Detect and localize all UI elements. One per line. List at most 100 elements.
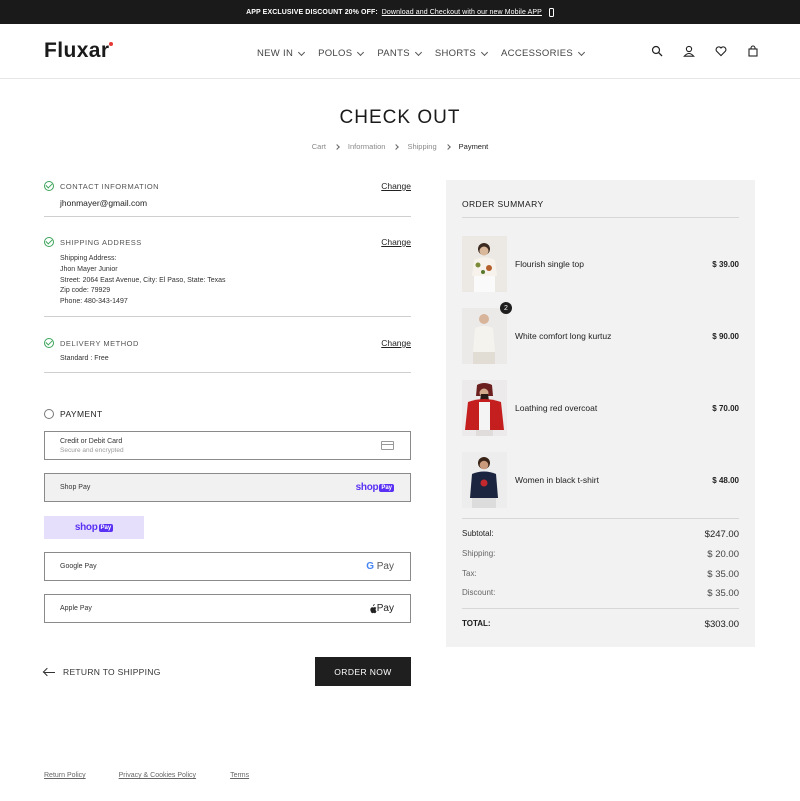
nav-item-pants[interactable]: PANTS	[377, 48, 422, 59]
google-pay-logo: G Pay	[366, 561, 394, 572]
contact-section: CONTACT INFORMATION Change	[44, 180, 411, 192]
subtotal-value: $247.00	[704, 529, 739, 540]
shop-pay-pill: Pay	[379, 483, 394, 492]
tax-label: Tax:	[462, 569, 477, 578]
product-name: Women in black t-shirt	[515, 475, 599, 485]
quantity-badge: 2	[500, 302, 512, 314]
nav-item-polos[interactable]: POLOS	[318, 48, 365, 59]
delivery-value: Standard : Free	[60, 355, 109, 362]
nav-item-new-in[interactable]: NEW IN	[257, 48, 306, 59]
nav-label: ACCESSORIES	[501, 48, 573, 59]
card-icon-wrap	[381, 441, 394, 450]
order-now-button[interactable]: ORDER NOW	[315, 657, 411, 686]
list-item: 2 White comfort long kurtuz $ 90.00	[462, 302, 739, 364]
divider	[462, 608, 739, 609]
shop-pay-button[interactable]: shop Pay	[44, 516, 144, 539]
product-thumbnail[interactable]	[462, 452, 507, 508]
change-shipping-link[interactable]: Change	[381, 237, 411, 247]
logo-text: Fluxar	[44, 39, 110, 62]
return-to-shipping-link[interactable]: RETURN TO SHIPPING	[44, 667, 161, 677]
tax-row: Tax: $ 35.00	[462, 569, 739, 580]
shipping-row: Shipping: $ 20.00	[462, 549, 739, 560]
nav-label: PANTS	[377, 48, 410, 59]
announcement-text: APP EXCLUSIVE DISCOUNT 20% OFF:	[246, 8, 378, 16]
announcement-bar: APP EXCLUSIVE DISCOUNT 20% OFF: Download…	[0, 0, 800, 24]
address-line: Shipping Address:	[60, 255, 117, 262]
payment-header: PAYMENT	[44, 409, 103, 419]
product-price: $ 70.00	[712, 403, 739, 413]
chevron-right-icon	[444, 143, 451, 150]
divider	[44, 216, 411, 217]
subtotal-row: Subtotal: $247.00	[462, 529, 739, 540]
divider	[462, 518, 739, 519]
shipping-header: SHIPPING ADDRESS Change	[44, 236, 411, 248]
card-payment-option[interactable]: Credit or Debit Card Secure and encrypte…	[44, 431, 411, 460]
apple-pay-logo: Pay	[369, 603, 394, 614]
breadcrumb-payment: Payment	[458, 142, 489, 151]
product-thumbnail[interactable]	[462, 380, 507, 436]
shop-pay-option[interactable]: Shop Pay shop Pay	[44, 473, 411, 502]
heart-icon[interactable]	[715, 45, 727, 57]
download-app-link[interactable]: Download and Checkout with our new Mobil…	[382, 9, 542, 16]
nav-label: SHORTS	[434, 48, 477, 59]
shop-pay-wordmark: shop	[74, 522, 98, 533]
return-label: RETURN TO SHIPPING	[63, 667, 161, 677]
order-summary: ORDER SUMMARY Flourish single top $ 39.0…	[446, 180, 755, 647]
discount-row: Discount: $ 35.00	[462, 588, 739, 599]
tax-value: $ 35.00	[707, 569, 739, 580]
change-delivery-link[interactable]: Change	[381, 338, 411, 348]
check-circle-icon	[44, 338, 54, 348]
card-sublabel: Secure and encrypted	[60, 446, 124, 454]
discount-value: $ 35.00	[707, 588, 739, 599]
change-contact-link[interactable]: Change	[381, 181, 411, 191]
address-line: Zip code: 79929	[60, 287, 111, 295]
return-policy-link[interactable]: Return Policy	[44, 772, 86, 779]
product-price: $ 90.00	[712, 331, 739, 341]
google-pay-option[interactable]: Google Pay G Pay	[44, 552, 411, 581]
shop-pay-logo: shop Pay	[356, 482, 394, 493]
chevron-right-icon	[393, 143, 400, 150]
contact-email: jhonmayer@gmail.com	[60, 198, 148, 208]
apple-icon	[370, 603, 377, 613]
credit-card-icon	[381, 441, 394, 450]
chevron-right-icon	[334, 143, 340, 150]
breadcrumb: Cart Information Shipping Payment	[0, 142, 800, 151]
breadcrumb-cart[interactable]: Cart	[312, 142, 326, 151]
product-thumbnail[interactable]	[462, 236, 507, 292]
address-line: Phone: 480-343-1497	[60, 298, 128, 306]
total-row: TOTAL: $303.00	[462, 619, 739, 630]
page-title: CHECK OUT	[339, 107, 461, 128]
delivery-header: DELIVERY METHOD Change	[44, 337, 411, 349]
breadcrumb-shipping[interactable]: Shipping	[407, 142, 436, 151]
terms-link[interactable]: Terms	[230, 772, 249, 779]
chevron-down-icon	[298, 48, 306, 56]
product-name: White comfort long kurtuz	[515, 331, 612, 341]
summary-title: ORDER SUMMARY	[462, 199, 544, 209]
chevron-down-icon	[577, 48, 586, 56]
privacy-policy-link[interactable]: Privacy & Cookies Policy	[119, 772, 196, 779]
search-icon[interactable]	[651, 45, 663, 57]
shipping-label: Shipping:	[462, 549, 496, 558]
nav-item-shorts[interactable]: SHORTS	[434, 48, 489, 59]
apple-pay-word: Pay	[376, 603, 394, 614]
total-value: $303.00	[704, 619, 739, 630]
check-circle-icon	[44, 237, 54, 247]
product-thumbnail[interactable]: 2	[462, 302, 512, 364]
google-pay-label: Google Pay	[60, 563, 97, 570]
card-label: Credit or Debit Card	[60, 437, 123, 445]
site-header: Fluxar NEW IN POLOS PANTS SHORTS ACCESSO…	[0, 24, 800, 79]
user-icon[interactable]	[683, 45, 695, 57]
divider	[44, 372, 411, 373]
nav-item-accessories[interactable]: ACCESSORIES	[501, 48, 586, 59]
phone-icon	[548, 7, 554, 17]
apple-pay-label: Apple Pay	[60, 605, 92, 612]
apple-pay-option[interactable]: Apple Pay Pay	[44, 594, 411, 623]
discount-label: Discount:	[462, 588, 496, 597]
chevron-down-icon	[481, 48, 489, 56]
breadcrumb-information[interactable]: Information	[348, 142, 386, 151]
logo[interactable]: Fluxar	[44, 39, 114, 63]
bag-icon[interactable]	[747, 45, 759, 57]
radio-icon[interactable]	[44, 409, 54, 419]
divider	[462, 217, 739, 218]
product-price: $ 39.00	[712, 259, 739, 269]
